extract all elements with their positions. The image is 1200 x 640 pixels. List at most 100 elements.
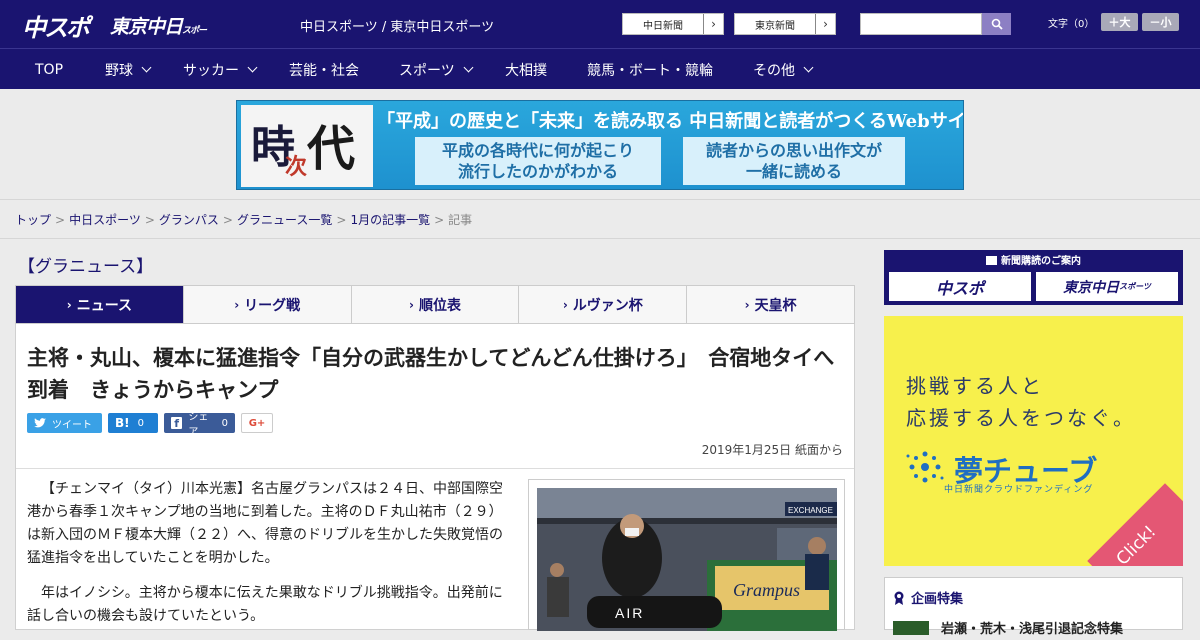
- hatena-bookmark-button[interactable]: B! 0: [108, 413, 158, 433]
- ad-click-text: Click!: [1112, 521, 1161, 566]
- nav-item-other[interactable]: その他: [753, 49, 814, 90]
- font-size-increase-button[interactable]: ＋大: [1101, 13, 1138, 31]
- nav-label: その他: [753, 62, 795, 79]
- section-title: 【グラニュース】: [18, 257, 154, 277]
- banner-box-line: 一緒に読める: [745, 162, 842, 181]
- breadcrumb-separator: >: [336, 213, 347, 227]
- article: 主将・丸山、榎本に猛進指令「自分の武器生かしてどんどん仕掛けろ」 合宿地タイへ到…: [15, 324, 855, 631]
- feature-thumbnail: [893, 620, 929, 635]
- tab-label: 天皇杯: [754, 297, 797, 314]
- search-button[interactable]: [982, 13, 1011, 35]
- font-size-decrease-button[interactable]: －小: [1142, 13, 1179, 31]
- breadcrumb-current: 記事: [448, 213, 473, 227]
- share-buttons: ツイート B! 0 f シェア 0 G+: [27, 412, 273, 438]
- tweet-button[interactable]: ツイート: [27, 413, 102, 433]
- breadcrumb-link[interactable]: グラニュース一覧: [237, 213, 332, 227]
- article-photo[interactable]: EXCHANGE Grampus AIR: [537, 488, 837, 631]
- breadcrumb-link[interactable]: グランパス: [159, 213, 219, 227]
- tab-levain-cup[interactable]: › ルヴァン杯: [519, 286, 688, 323]
- tab-news[interactable]: › ニュース: [16, 286, 184, 323]
- yume-tube-ad[interactable]: 挑戦する人と 応援する人をつなぐ。 夢チューブ 中日新聞クラウドファンディング …: [884, 316, 1183, 566]
- chevron-down-icon: [141, 62, 152, 73]
- hatena-bookmark-icon: B!: [115, 416, 130, 430]
- exchange-sign-text: EXCHANGE: [788, 506, 833, 515]
- breadcrumb-link[interactable]: トップ: [15, 213, 51, 227]
- google-plus-icon: G+: [248, 417, 266, 429]
- nav-item-top[interactable]: TOP: [35, 49, 63, 90]
- feature-item-text: 岩瀬・荒木・浅尾引退記念特集: [941, 622, 1124, 637]
- article-photo-frame: EXCHANGE Grampus AIR: [528, 479, 845, 631]
- ribbon-icon: [894, 591, 904, 605]
- chunichi-shimbun-link[interactable]: 中日新聞 ›: [622, 13, 724, 35]
- site-links[interactable]: 中日スポーツ / 東京中日スポーツ: [300, 16, 494, 35]
- subscription-logo-tokyo-small: スポーツ: [1119, 282, 1151, 291]
- chunichi-sports-logo[interactable]: 中スポ: [22, 8, 100, 42]
- ad-line-2: 応援する人をつなぐ。: [906, 406, 1136, 430]
- breadcrumb: トップ > 中日スポーツ > グランパス > グラニュース一覧 >1月の記事一覧 > 記事: [15, 211, 472, 228]
- breadcrumb-link[interactable]: 中日スポーツ: [69, 213, 141, 227]
- chevron-down-icon: [247, 62, 258, 73]
- subscription-heading-text: 新聞購読のご案内: [1001, 256, 1081, 267]
- ad-line-1: 挑戦する人と: [906, 374, 1044, 398]
- chevron-right-icon: ›: [66, 297, 72, 312]
- banner-box-line: 平成の各時代に何が起こり: [441, 141, 634, 160]
- ad-click-corner[interactable]: Click!: [1087, 483, 1183, 566]
- nav-item-sumo[interactable]: 大相撲: [505, 49, 547, 90]
- nav-item-baseball[interactable]: 野球: [105, 49, 152, 90]
- nav-item-entertainment[interactable]: 芸能・社会: [289, 49, 359, 90]
- tab-label: ニュース: [76, 297, 133, 314]
- nav-label: サッカー: [183, 62, 239, 79]
- tab-league[interactable]: › リーグ戦: [184, 286, 352, 323]
- chevron-right-icon: ›: [409, 297, 414, 312]
- airport-arrival-photo: EXCHANGE Grampus AIR: [537, 488, 837, 631]
- tokyo-chunichi-sports-logo[interactable]: 東京中日スポーツ: [110, 12, 210, 59]
- feature-title-text: 企画特集: [911, 592, 964, 607]
- chevron-right-icon: ›: [234, 297, 240, 312]
- facebook-share-button[interactable]: f シェア 0: [164, 412, 235, 438]
- subscription-logo-tokyo-main: 東京中日: [1063, 279, 1120, 296]
- tab-label: 順位表: [418, 297, 461, 314]
- banner-box-history: 平成の各時代に何が起こり 流行したのかがわかる: [415, 137, 661, 185]
- tab-standings[interactable]: › 順位表: [352, 286, 520, 323]
- nav-item-racing[interactable]: 競馬・ボート・競輪: [587, 49, 713, 90]
- subscription-logo-chusupo[interactable]: 中スポ: [889, 272, 1031, 301]
- hatena-count: 0: [137, 417, 144, 429]
- banner-box-memories: 読者からの思い出作文が 一緒に読める: [683, 137, 905, 185]
- jidai-char-2: 次: [285, 154, 308, 180]
- search-icon: [991, 18, 1003, 30]
- newspaper-icon: [986, 256, 997, 265]
- jidai-banner-ad[interactable]: 時 次 代 「平成」の歴史と「未来」を読み取る 中日新聞と読者がつくるWebサイ…: [236, 100, 964, 190]
- article-headline: 主将・丸山、榎本に猛進指令「自分の武器生かしてどんどん仕掛けろ」 合宿地タイへ到…: [27, 346, 835, 402]
- nav-item-sports[interactable]: スポーツ: [399, 49, 474, 90]
- article-paragraph: 年はイノシシ。主将から榎本に伝えた果敢なドリブル挑戦指令。出発前に話し合いの機会…: [27, 585, 503, 624]
- chevron-down-icon: [803, 62, 814, 73]
- ad-subtitle: 中日新聞クラウドファンディング: [944, 485, 1094, 495]
- nav-label: スポーツ: [399, 62, 455, 79]
- grampus-banner-text: Grampus: [733, 580, 800, 600]
- facebook-icon: f: [171, 417, 183, 430]
- jidai-logo: 時 次 代: [241, 105, 373, 187]
- tab-emperors-cup[interactable]: › 天皇杯: [687, 286, 854, 323]
- google-plus-button[interactable]: G+: [241, 413, 273, 433]
- breadcrumb-link[interactable]: 1月の記事一覧: [350, 213, 430, 227]
- nav-label: TOP: [35, 61, 64, 78]
- tweet-label: ツイート: [52, 419, 92, 431]
- main-nav: TOP 野球 サッカー 芸能・社会 スポーツ 大相撲 競馬・ボート・競輪 その他: [0, 48, 1200, 89]
- article-dateline: 2019年1月25日 紙面から: [701, 443, 843, 457]
- subscription-heading: 新聞購読のご案内: [884, 252, 1183, 267]
- subscription-logo-tokyo[interactable]: 東京中日 スポーツ: [1036, 272, 1178, 301]
- breadcrumb-separator: >: [55, 213, 66, 227]
- search-input[interactable]: [860, 13, 982, 35]
- nav-item-soccer[interactable]: サッカー: [183, 49, 258, 90]
- yume-tube-dots-icon: [906, 451, 944, 483]
- facebook-count: 0: [221, 417, 228, 429]
- breadcrumb-separator: >: [434, 213, 445, 227]
- facebook-share-label: シェア: [188, 412, 209, 438]
- nav-label: 大相撲: [505, 62, 547, 79]
- chevron-right-icon: ›: [562, 297, 568, 312]
- subscription-box[interactable]: 新聞購読のご案内 中スポ 東京中日 スポーツ: [884, 250, 1183, 305]
- feature-item[interactable]: 岩瀬・荒木・浅尾引退記念特集: [893, 618, 1123, 637]
- tokyo-shimbun-link[interactable]: 東京新聞 ›: [734, 13, 836, 35]
- divider: [16, 468, 854, 469]
- bag-text: AIR: [615, 605, 644, 621]
